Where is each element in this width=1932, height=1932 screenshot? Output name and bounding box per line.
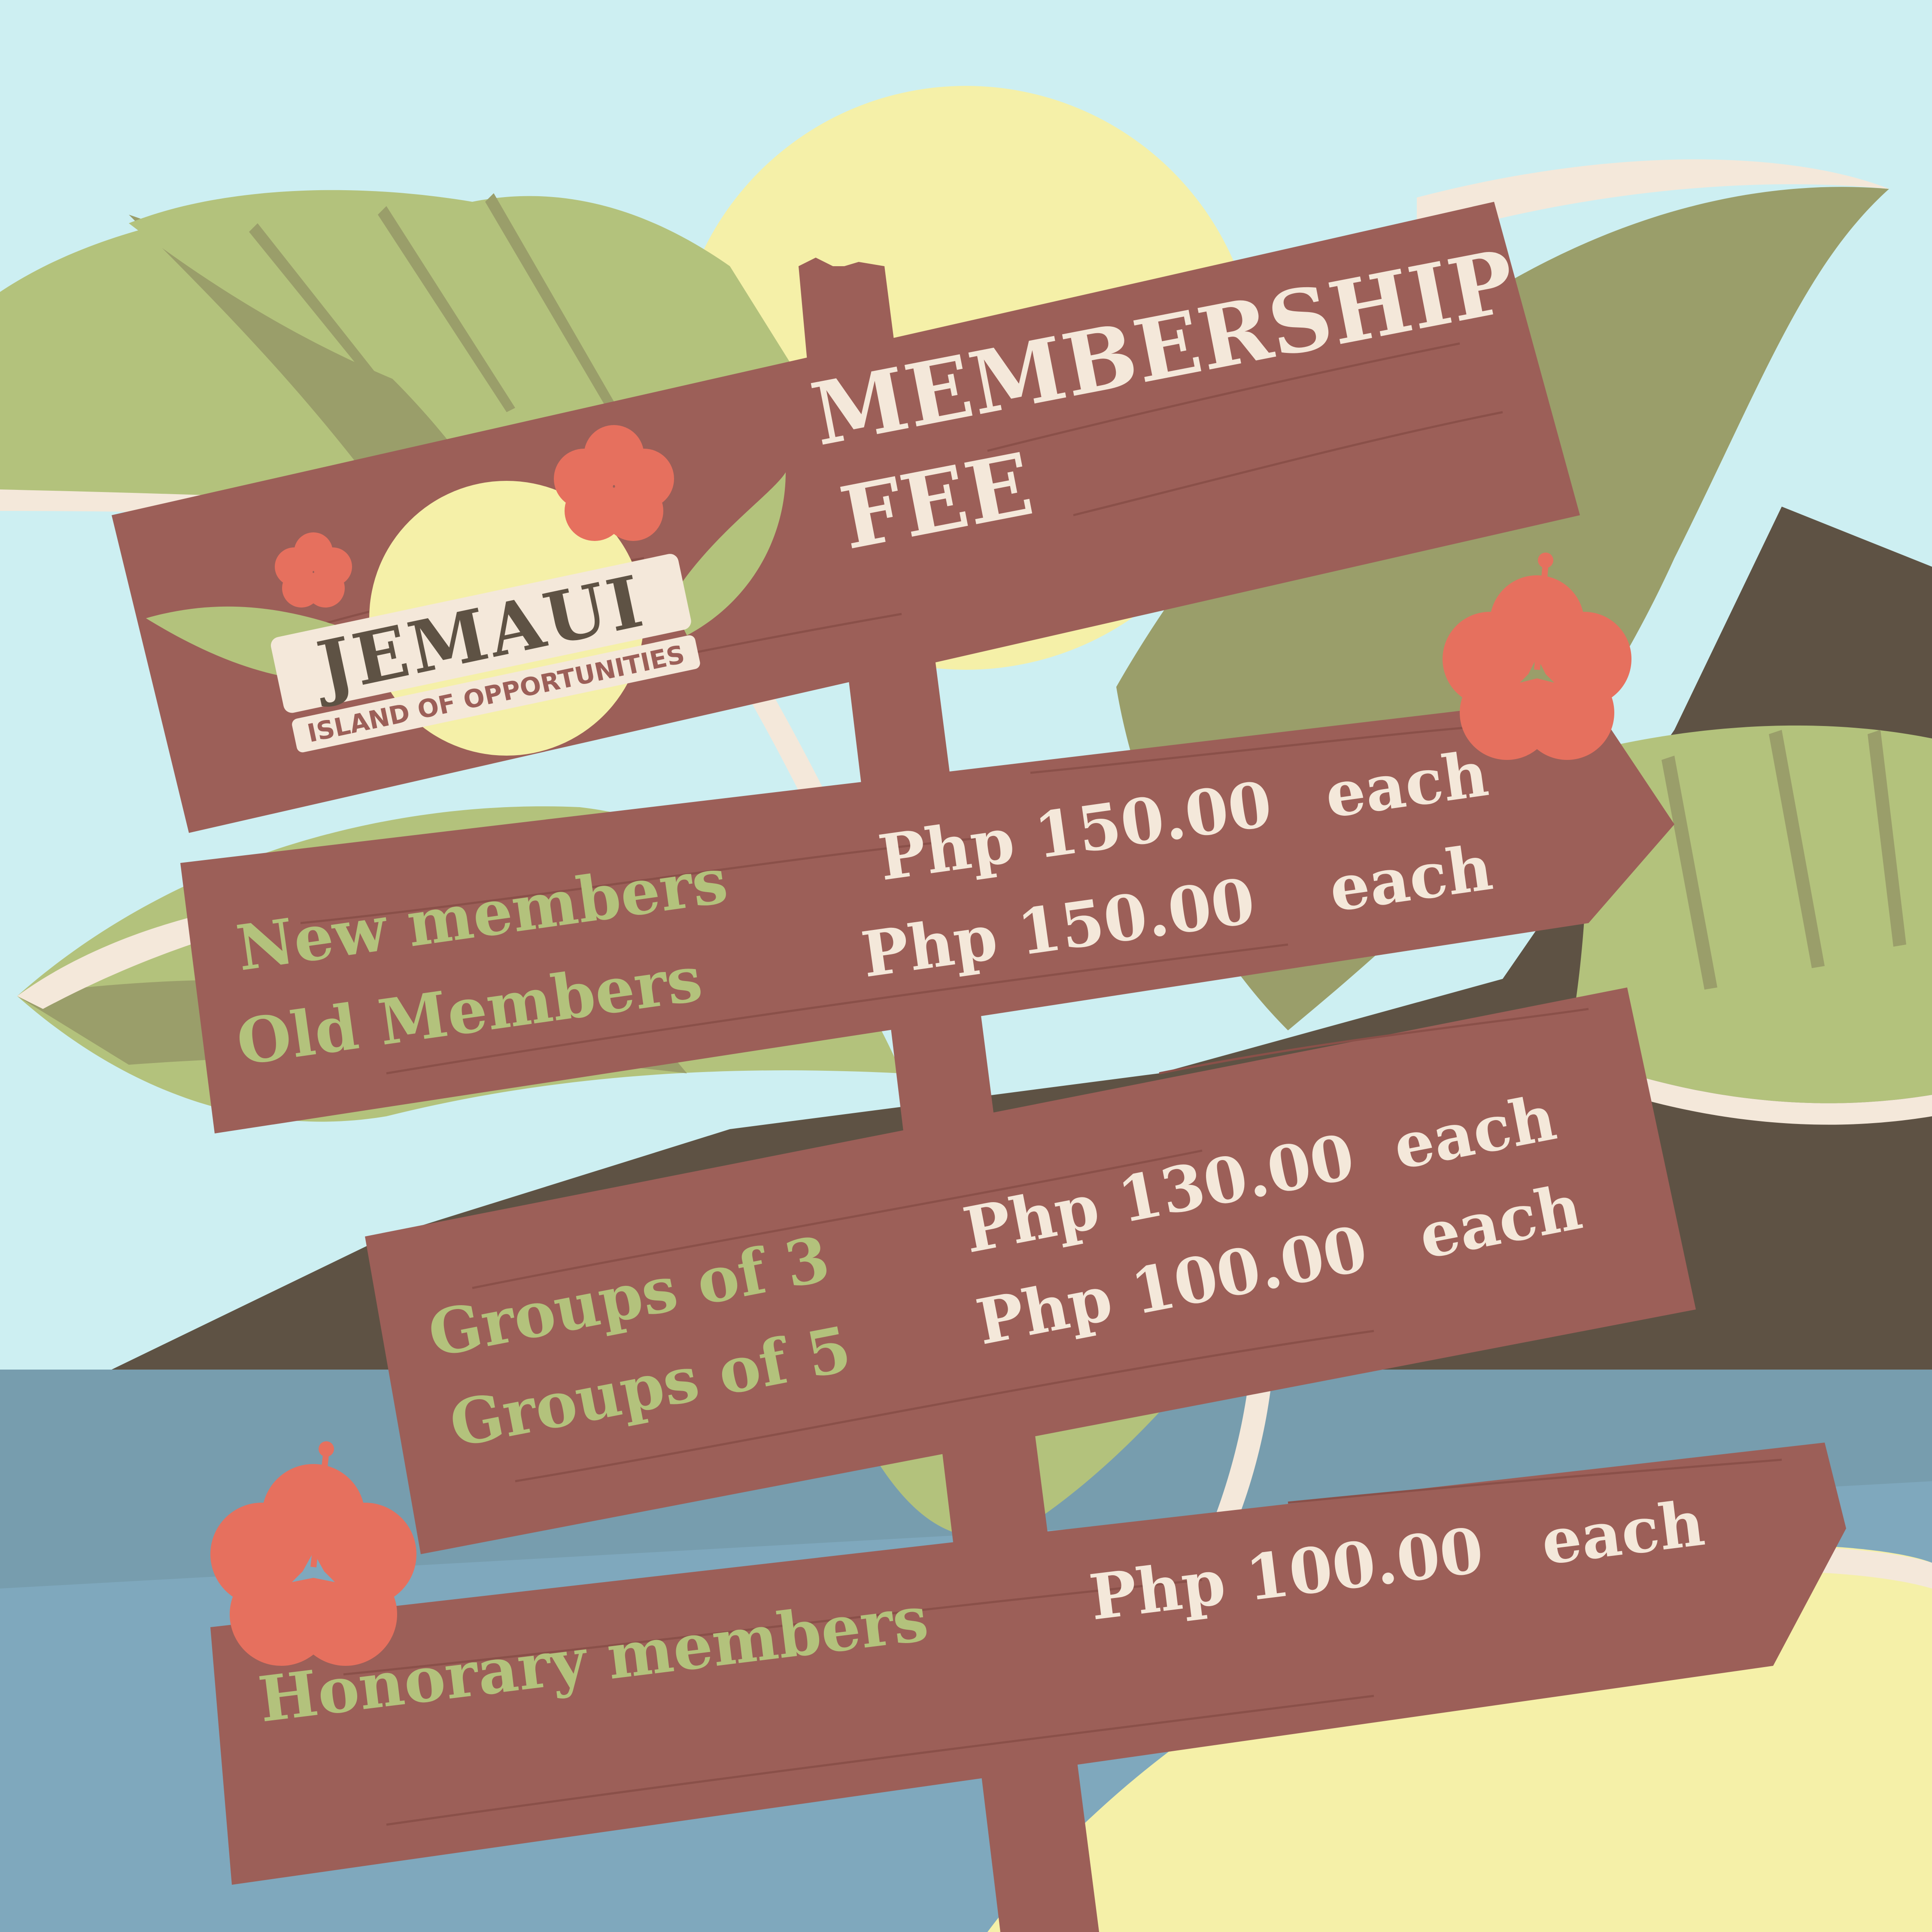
membership-fee-poster: JEMAUI ISLAND OF OPPORTUNITIES MEMBERSHI… [0,0,1932,1932]
